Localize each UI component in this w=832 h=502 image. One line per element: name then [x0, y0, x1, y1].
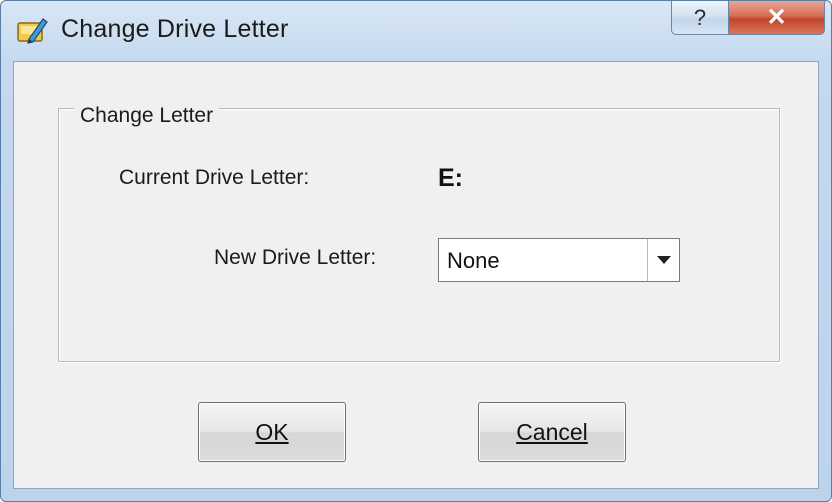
help-button[interactable]: ?: [671, 1, 729, 35]
help-icon: ?: [693, 4, 707, 30]
cancel-button-label-text: Cancel: [516, 418, 588, 445]
ok-button-label: OK: [255, 418, 289, 445]
close-button[interactable]: ✕: [729, 1, 825, 35]
title-bar[interactable]: Change Drive Letter ? ✕: [1, 1, 831, 59]
cancel-button-label: Cancel: [516, 419, 588, 446]
new-drive-letter-label: New Drive Letter:: [214, 246, 377, 269]
current-drive-letter-value: E:: [438, 164, 463, 192]
group-legend: Change Letter: [74, 104, 220, 128]
close-icon: ✕: [766, 4, 787, 31]
dialog-body: Change Letter Current Drive Letter: E: N…: [13, 61, 819, 489]
window-title: Change Drive Letter: [61, 15, 289, 43]
cancel-button[interactable]: Cancel: [478, 402, 626, 462]
chevron-down-icon[interactable]: [647, 239, 679, 281]
current-drive-letter-label: Current Drive Letter:: [119, 166, 310, 189]
change-letter-group: [58, 108, 780, 362]
drive-pencil-icon: [15, 13, 49, 47]
dialog-window: Change Drive Letter ? ✕ Change Letter Cu…: [0, 0, 832, 502]
ok-button[interactable]: OK: [198, 402, 346, 462]
new-drive-letter-select[interactable]: None: [438, 238, 680, 282]
new-drive-letter-value: None: [447, 248, 500, 273]
caption-buttons: ? ✕: [671, 1, 825, 37]
